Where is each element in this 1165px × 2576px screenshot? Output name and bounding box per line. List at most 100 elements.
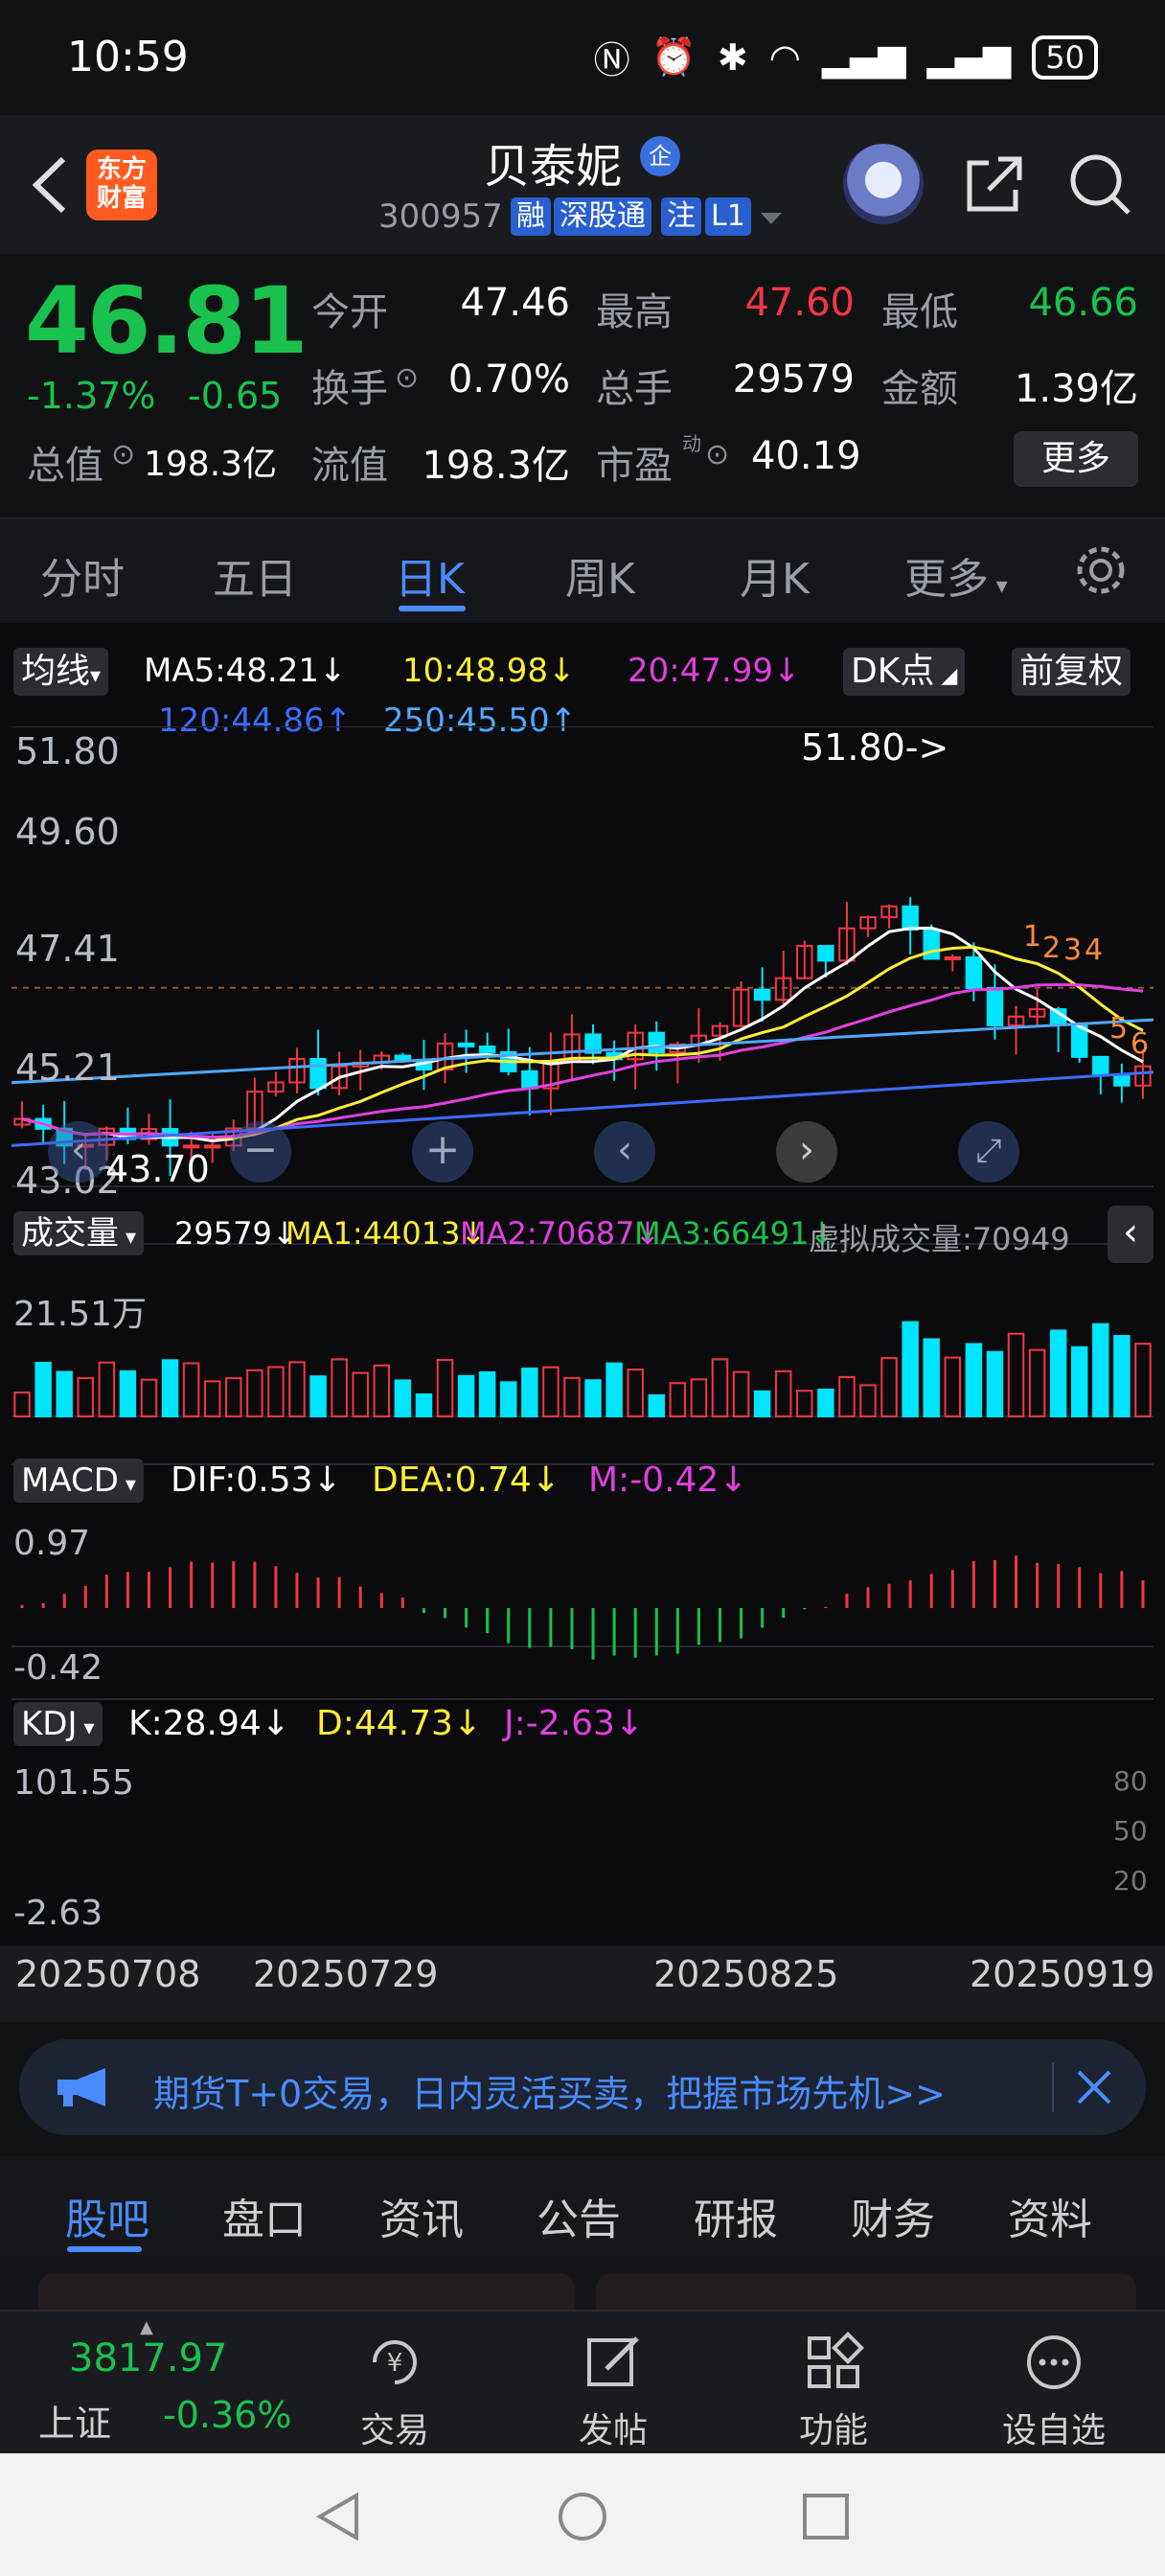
logo-line2: 财富 [96,184,147,213]
promo-banner[interactable]: 期货T+0交易，日内灵活买卖，把握市场先机>> [19,2039,1146,2135]
volume-bar [944,1356,962,1418]
volume-selector[interactable]: 成交量 ▾ [13,1211,145,1255]
system-home-icon[interactable] [556,2490,609,2543]
amount-label: 金额 [881,367,958,411]
kline-chart-area: 均线▾ MA5:48.21↓ 10:48.98↓ 20:47.99↓ DK点 ◢… [0,623,1165,2022]
nfc-icon: Ⓝ [593,39,630,81]
grid-icon [808,2332,864,2388]
nav-post[interactable]: 发帖 [537,2331,690,2452]
tab-monthly-k[interactable]: 月K [740,544,810,606]
active-tab-underline [399,606,466,611]
nav-trade[interactable]: ¥ 交易 [318,2331,471,2452]
turnover-value: 0.70% [447,357,570,402]
adjust-button[interactable]: 前复权 [1012,648,1131,696]
zoom-out-button[interactable]: − [230,1121,291,1183]
macd-selector-label: MACD [21,1461,119,1500]
volume-caret-icon: ▾ [119,1226,137,1250]
nav-functions[interactable]: 功能 [757,2331,910,2452]
volume-bar [859,1384,877,1417]
float-value: 198.3亿 [422,444,570,488]
code-dropdown-icon[interactable] [759,209,784,228]
tab-news[interactable]: 资讯 [379,2185,464,2246]
volume-bar [288,1361,306,1417]
kdj-level-80: 80 [1113,1765,1148,1797]
tab-five-day[interactable]: 五日 [213,544,297,606]
volume-ma1: MA1:44013↓ [286,1215,487,1252]
turnover-info-icon[interactable]: ⊙ [395,361,419,395]
system-back-icon[interactable] [312,2490,366,2543]
quote-panel: 46.81 -1.37% -0.65 今开 47.46 最高 47.60 最低 … [0,254,1165,508]
kdj-d: D:44.73↓ [316,1704,483,1743]
candle-body [648,1031,665,1053]
tab-forum[interactable]: 股吧 [65,2185,149,2246]
system-recents-icon[interactable] [799,2490,853,2543]
volume-bar [182,1362,200,1417]
ma10-label: 10:48.98↓ [402,652,576,690]
tab-announcements[interactable]: 公告 [537,2185,621,2246]
volume-bar [902,1321,919,1418]
volume-bar [373,1364,391,1417]
signal-2-icon: ▂▄▆ [926,35,1012,79]
macd-selector[interactable]: MACD ▾ [13,1459,144,1503]
volume-value: 29579 [732,357,855,402]
status-time: 10:59 [67,33,189,81]
nav-add-watchlist[interactable]: 设自选 [977,2331,1131,2452]
more-quote-button[interactable]: 更多 [1014,431,1138,487]
pe-info-icon[interactable]: ⊙ [705,438,729,472]
volume-bar [690,1378,708,1417]
candle-body [1113,1074,1131,1087]
assistant-avatar[interactable] [843,144,924,224]
total-value-label: 总值 [27,444,103,488]
next-candle-button[interactable]: › [776,1121,837,1183]
volume-bar [267,1366,285,1417]
alarm-icon: ⏰ [651,35,697,78]
prev-candle-button[interactable]: ‹ [594,1121,655,1183]
back-arrow-icon[interactable] [23,151,80,218]
ma-selector[interactable]: 均线▾ [13,648,109,696]
scroll-left-button[interactable]: ‹ [48,1121,109,1183]
nav-add-watchlist-label: 设自选 [1001,2411,1106,2450]
tab-daily-k[interactable]: 日K [395,544,465,606]
svg-text:¥: ¥ [387,2349,403,2378]
index-value[interactable]: 3817.97 [69,2336,227,2380]
zoom-in-button[interactable]: + [412,1121,473,1183]
volume-bar [965,1343,983,1417]
macd-caret-icon: ▾ [118,1473,136,1497]
signal-number-4: 4 [1085,933,1104,967]
dk-point-button[interactable]: DK点 ◢ [843,648,966,696]
high-value: 47.60 [744,281,855,325]
trade-icon: ¥ [373,2340,417,2384]
volume-bar [394,1379,412,1418]
tab-profile[interactable]: 资料 [1008,2185,1092,2246]
tab-research[interactable]: 研报 [694,2185,778,2246]
tab-more-periods[interactable]: 更多 ▾ [904,544,1008,606]
search-icon[interactable] [1065,150,1134,218]
high-marker: 51.80-> [801,726,949,769]
stock-name: 贝泰妮 [484,140,623,194]
candle-body [817,945,834,962]
fullscreen-button[interactable]: ⤢ [958,1121,1019,1183]
collapse-indicator-button[interactable]: ‹ [1108,1206,1154,1263]
candle-body [478,1045,496,1053]
banner-text: 期货T+0交易，日内灵活买卖，把握市场先机>> [153,2073,946,2115]
volume-bar [923,1338,940,1417]
tab-intraday[interactable]: 分时 [40,544,125,606]
low-label: 最低 [881,290,958,334]
close-icon[interactable] [1075,2068,1113,2106]
tag-level1: L1 [705,197,751,236]
volume-bar [774,1369,792,1417]
tab-weekly-k[interactable]: 周K [565,544,635,606]
volume-bar [225,1377,242,1418]
settings-gear-icon[interactable] [1071,540,1131,600]
volume-bar [13,1392,31,1418]
tab-financials[interactable]: 财务 [851,2185,935,2246]
date-label-1: 20250708 [15,1953,201,1995]
share-icon[interactable] [960,150,1029,218]
candle-body [753,988,771,1001]
total-value-info-icon[interactable]: ⊙ [111,438,135,472]
kdj-selector[interactable]: KDJ ▾ [13,1702,103,1746]
candle-body [902,905,919,932]
tag-register: 注 [661,197,701,236]
volume-bar [753,1390,771,1417]
tab-orderbook[interactable]: 盘口 [222,2185,307,2246]
